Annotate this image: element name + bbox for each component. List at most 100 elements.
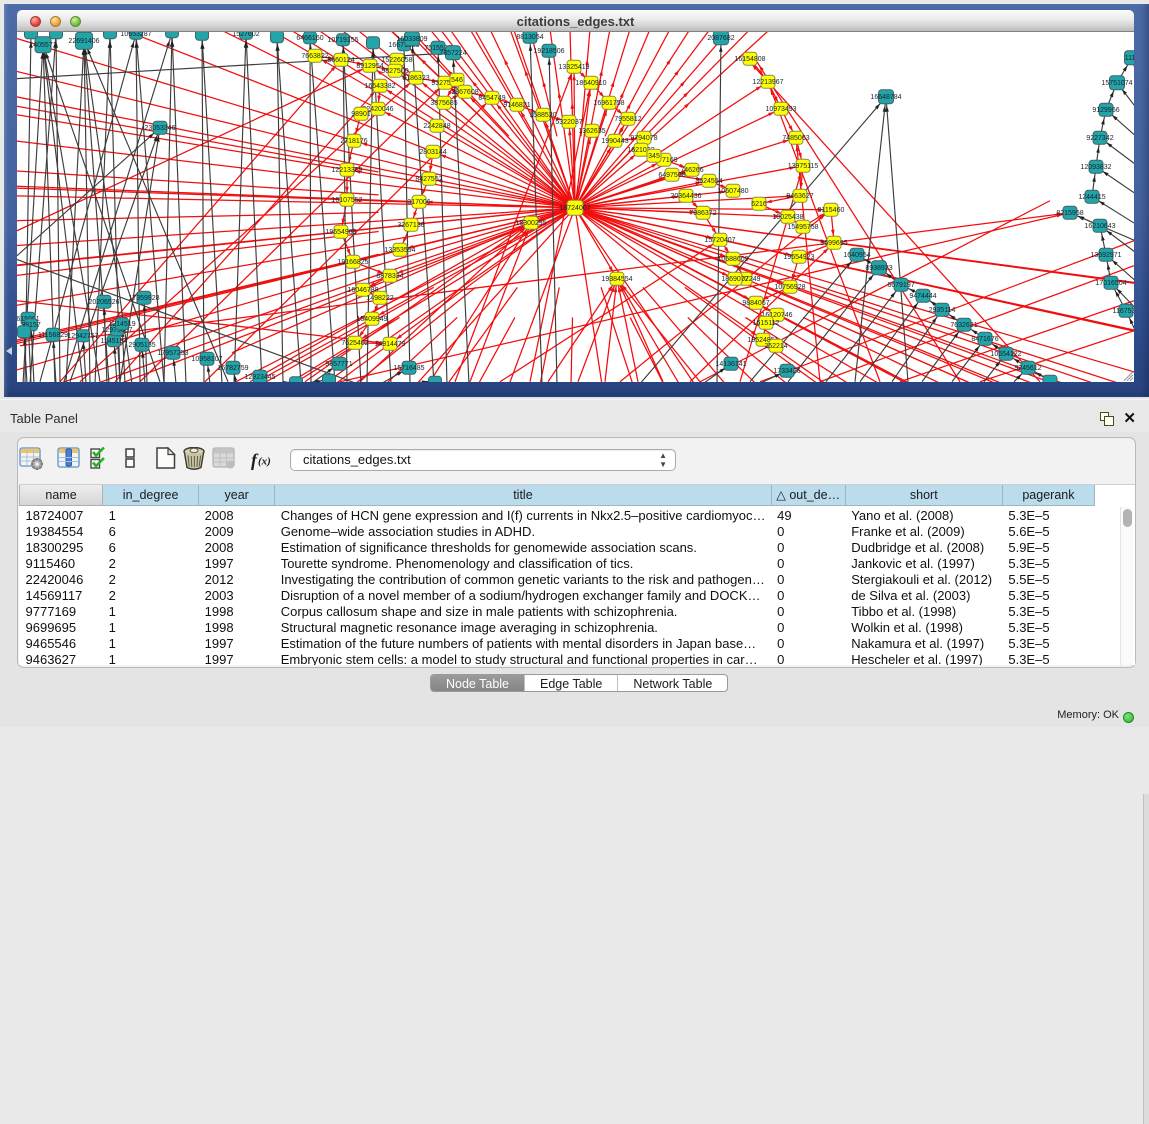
- svg-text:12942757: 12942757: [67, 333, 98, 340]
- svg-text:9146821: 9146821: [503, 102, 530, 109]
- svg-text:9827500: 9827500: [381, 68, 408, 75]
- svg-text:5322037: 5322037: [555, 119, 582, 126]
- svg-text:16210643: 16210643: [1084, 223, 1115, 230]
- svg-text:9463627: 9463627: [786, 193, 813, 200]
- svg-text:10688609: 10688609: [717, 256, 748, 263]
- svg-text:18640910: 18640910: [575, 80, 606, 87]
- svg-text:1527602: 1527602: [232, 32, 259, 38]
- svg-text:1214519: 1214519: [108, 321, 135, 328]
- svg-text:2718176: 2718176: [340, 138, 367, 145]
- svg-text:8454749: 8454749: [478, 95, 505, 102]
- svg-text:1588520: 1588520: [529, 112, 556, 119]
- svg-text:8471676: 8471676: [971, 336, 998, 343]
- svg-text:18724007: 18724007: [559, 205, 590, 212]
- svg-text:12213369: 12213369: [331, 167, 362, 174]
- svg-text:23053346: 23053346: [144, 125, 175, 132]
- svg-text:6497508: 6497508: [658, 172, 685, 179]
- svg-text:8878334: 8878334: [376, 273, 403, 280]
- svg-text:2242848: 2242848: [423, 123, 450, 130]
- svg-text:20364436: 20364436: [670, 193, 701, 200]
- svg-text:9794078: 9794078: [630, 135, 657, 142]
- svg-text:1112: 1112: [1125, 55, 1134, 62]
- svg-text:252214: 252214: [764, 343, 787, 350]
- svg-text:11156829: 11156829: [38, 332, 68, 339]
- svg-text:3624554: 3624554: [695, 178, 722, 185]
- svg-text:10973493: 10973493: [765, 106, 796, 113]
- svg-text:1405571: 1405571: [29, 42, 56, 49]
- svg-text:16961758: 16961758: [593, 100, 624, 107]
- svg-text:19654983: 19654983: [325, 229, 356, 236]
- svg-text:10653287: 10653287: [120, 32, 151, 38]
- svg-text:7357224: 7357224: [439, 50, 466, 57]
- svg-text:13353594: 13353594: [384, 247, 415, 254]
- svg-text:2803144: 2803144: [419, 149, 446, 156]
- svg-text:9227342: 9227342: [1086, 135, 1113, 142]
- svg-text:1362635: 1362635: [578, 128, 605, 135]
- svg-text:15495758: 15495758: [787, 224, 818, 231]
- svg-text:15720407: 15720407: [704, 237, 735, 244]
- svg-text:9245612: 9245612: [1014, 365, 1041, 372]
- svg-text:9657771: 9657771: [325, 361, 352, 368]
- svg-text:8660124: 8660124: [327, 57, 354, 64]
- svg-text:8427552: 8427552: [415, 176, 442, 183]
- svg-text:546: 546: [451, 77, 463, 84]
- svg-text:8215958: 8215958: [1056, 210, 1083, 217]
- svg-text:17359928: 17359928: [128, 295, 159, 302]
- svg-text:2867608: 2867608: [451, 89, 478, 96]
- svg-text:3267130: 3267130: [397, 222, 424, 229]
- svg-text:8813054: 8813054: [516, 34, 543, 41]
- svg-text:98901: 98901: [351, 111, 371, 118]
- svg-text:3875685: 3875685: [430, 100, 457, 107]
- svg-text:(x): (x): [258, 456, 271, 468]
- svg-text:1498222: 1498222: [366, 295, 393, 302]
- svg-text:9474444: 9474444: [909, 293, 936, 300]
- svg-text:17957253: 17957253: [157, 350, 188, 357]
- svg-text:2087682: 2087682: [707, 35, 734, 42]
- svg-text:13325419: 13325419: [558, 64, 589, 71]
- svg-text:8938923: 8938923: [865, 265, 892, 272]
- svg-text:7955812: 7955812: [614, 116, 641, 123]
- svg-text:18300295: 18300295: [515, 220, 546, 227]
- svg-text:17016504: 17016504: [1095, 280, 1126, 287]
- svg-text:19218506: 19218506: [533, 48, 564, 55]
- svg-text:13975115: 13975115: [788, 163, 819, 170]
- svg-text:7485063: 7485063: [782, 135, 809, 142]
- svg-text:2935114: 2935114: [929, 307, 956, 314]
- svg-text:10958107: 10958107: [191, 356, 222, 363]
- svg-text:15751074: 15751074: [1101, 80, 1132, 87]
- svg-text:15226058: 15226058: [381, 57, 412, 64]
- svg-text:22691406: 22691406: [68, 38, 99, 45]
- svg-text:9699695: 9699695: [820, 240, 847, 247]
- svg-text:8186323: 8186323: [402, 75, 429, 82]
- svg-text:16033809: 16033809: [396, 36, 427, 43]
- svg-text:15716485: 15716485: [393, 365, 424, 372]
- svg-text:12923445: 12923445: [244, 374, 275, 381]
- svg-text:6466160: 6466160: [296, 35, 323, 42]
- svg-text:1615112: 1615112: [753, 320, 780, 327]
- svg-text:1733426: 1733426: [773, 368, 800, 375]
- svg-text:1145194: 1145194: [101, 338, 128, 345]
- svg-text:15409949: 15409949: [356, 316, 387, 323]
- svg-text:1167534: 1167534: [1113, 308, 1134, 315]
- svg-text:14914479: 14914479: [374, 341, 405, 348]
- svg-text:7632621: 7632621: [950, 322, 977, 329]
- svg-text:1244415: 1244415: [1078, 194, 1105, 201]
- svg-text:7663822: 7663822: [301, 53, 328, 60]
- svg-text:9884067: 9884067: [742, 300, 769, 307]
- svg-text:13692971: 13692971: [1090, 252, 1121, 259]
- svg-text:1640954: 1640954: [843, 252, 870, 259]
- svg-text:317006: 317006: [407, 199, 430, 206]
- svg-text:10719155: 10719155: [327, 37, 358, 44]
- svg-text:19384554: 19384554: [601, 276, 632, 283]
- svg-text:345: 345: [648, 153, 660, 160]
- svg-text:1869072: 1869072: [721, 276, 748, 283]
- svg-text:1990443: 1990443: [601, 138, 628, 145]
- svg-text:12213967: 12213967: [752, 79, 783, 86]
- svg-text:7625402: 7625402: [341, 340, 368, 347]
- svg-text:2905135: 2905135: [128, 342, 155, 349]
- svg-text:8912954: 8912954: [356, 63, 383, 70]
- svg-text:10654122: 10654122: [990, 351, 1021, 358]
- svg-text:20206526: 20206526: [88, 299, 119, 306]
- svg-text:9129966: 9129966: [1092, 107, 1119, 114]
- svg-text:12093832: 12093832: [1080, 164, 1111, 171]
